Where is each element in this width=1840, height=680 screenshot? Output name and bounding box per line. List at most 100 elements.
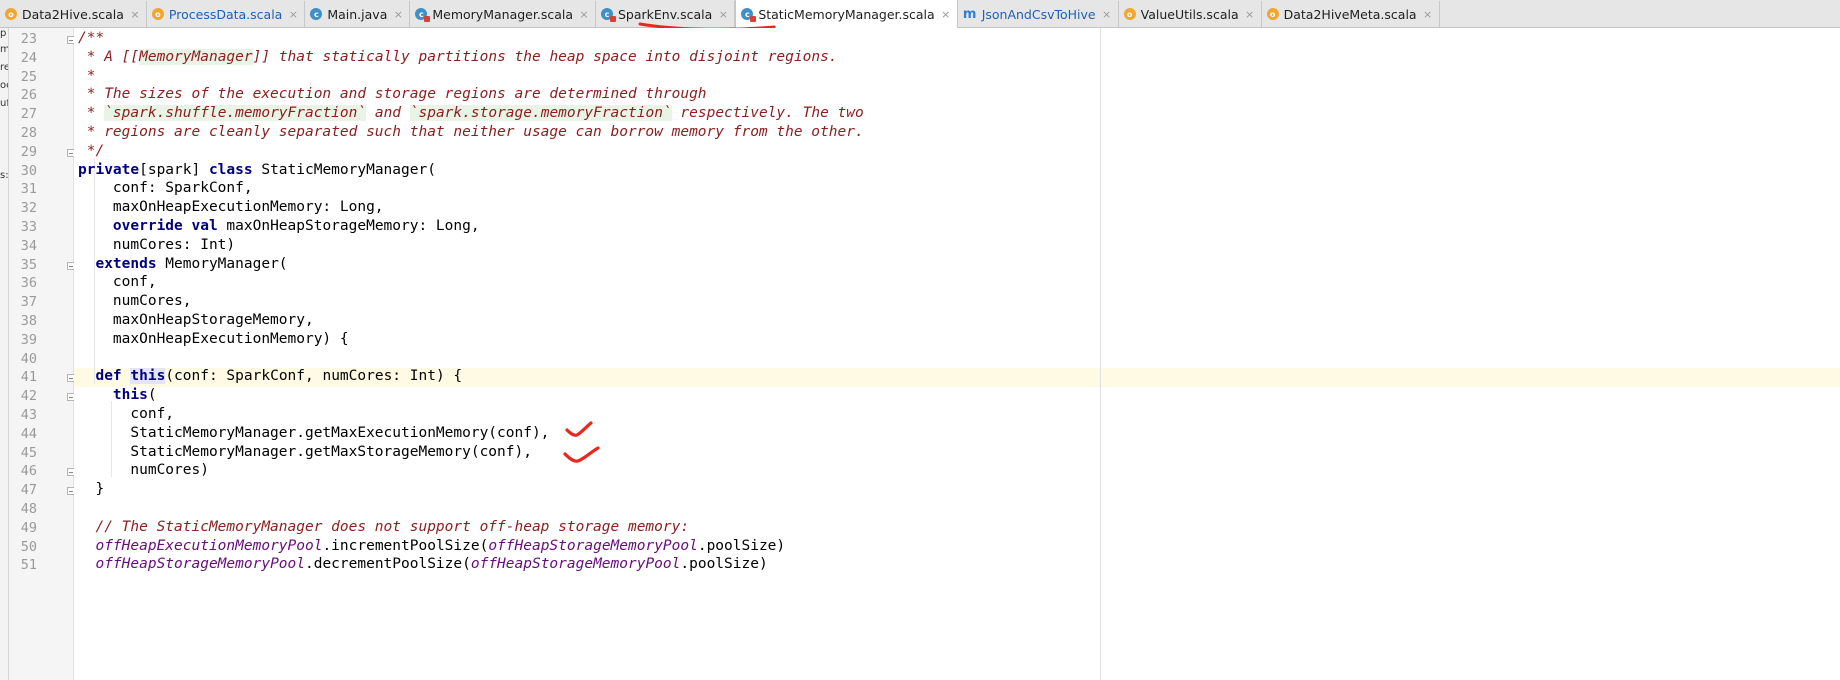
code-editor[interactable]: /** * A [[MemoryManager]] that staticall…	[74, 28, 1840, 680]
editor-tab-label: MemoryManager.scala	[432, 6, 573, 22]
line-number: 35	[20, 256, 37, 273]
code-token: `spark.shuffle.memoryFraction`	[104, 105, 367, 122]
scala-object-icon: o	[5, 8, 17, 20]
code-token: * regions are cleanly separated such tha…	[78, 124, 864, 140]
code-line[interactable]: * `spark.shuffle.memoryFraction` and `sp…	[78, 105, 864, 124]
editor-tab-label: SparkEnv.scala	[618, 6, 713, 22]
close-tab-icon[interactable]: ×	[579, 8, 589, 21]
code-line[interactable]: /**	[78, 30, 104, 49]
code-token: extends	[95, 255, 157, 272]
code-line[interactable]: conf,	[78, 406, 174, 425]
right-margin-guide	[1100, 28, 1101, 680]
code-line[interactable]: StaticMemoryManager.getMaxExecutionMemor…	[78, 425, 549, 444]
code-line[interactable]: StaticMemoryManager.getMaxStorageMemory(…	[78, 444, 532, 463]
code-line[interactable]: maxOnHeapExecutionMemory) {	[78, 331, 349, 350]
line-number: 50	[20, 538, 37, 555]
code-line[interactable]: private[spark] class StaticMemoryManager…	[78, 162, 436, 181]
code-line[interactable]: // The StaticMemoryManager does not supp…	[78, 519, 689, 538]
editor-tab-label: ValueUtils.scala	[1140, 6, 1239, 22]
code-line[interactable]: * A [[MemoryManager]] that statically pa…	[78, 48, 838, 68]
code-line[interactable]: *	[78, 67, 96, 87]
close-tab-icon[interactable]: ×	[288, 8, 298, 21]
editor-tab-label: StaticMemoryManager.scala	[758, 6, 935, 22]
code-token: .decrementPoolSize(	[304, 556, 471, 573]
code-line[interactable]: override val maxOnHeapStorageMemory: Lon…	[78, 218, 480, 237]
code-line[interactable]: def this(conf: SparkConf, numCores: Int)…	[78, 368, 462, 387]
editor-tab-label: Data2HiveMeta.scala	[1283, 6, 1417, 22]
close-tab-icon[interactable]: ×	[718, 8, 728, 21]
code-line[interactable]: conf,	[78, 274, 157, 293]
editor-tab[interactable]: o Data2Hive.scala ×	[0, 1, 147, 27]
code-line[interactable]: }	[78, 481, 104, 500]
code-token: MemoryManager(	[156, 255, 288, 272]
code-line[interactable]: numCores)	[78, 462, 209, 481]
editor-tab[interactable]: o ValueUtils.scala ×	[1118, 1, 1262, 27]
line-number: 51	[20, 557, 37, 574]
close-tab-icon[interactable]: ×	[393, 8, 403, 21]
code-line[interactable]: * regions are cleanly separated such tha…	[78, 124, 864, 143]
code-token: offHeapStorageMemoryPool	[470, 556, 681, 573]
line-number: 42	[20, 388, 37, 405]
code-token: StaticMemoryManager.getMaxStorageMemory(…	[78, 443, 532, 460]
close-tab-icon[interactable]: ×	[1423, 8, 1433, 21]
line-number: 34	[20, 237, 37, 254]
editor-tab[interactable]: c Main.java ×	[305, 1, 411, 27]
code-token: conf,	[78, 406, 175, 422]
code-token: private	[78, 161, 140, 178]
editor-tab[interactable]: o ProcessData.scala ×	[146, 1, 306, 27]
code-line[interactable]: * The sizes of the execution and storage…	[78, 86, 707, 105]
editor-tab[interactable]: c SparkEnv.scala ×	[596, 1, 736, 27]
scala-object-icon: o	[1123, 8, 1136, 20]
code-token: maxOnHeapExecutionMemory) {	[78, 330, 349, 347]
editor-tab[interactable]: o Data2HiveMeta.scala ×	[1261, 1, 1440, 27]
code-line[interactable]: maxOnHeapExecutionMemory: Long,	[78, 199, 384, 218]
code-token: StaticMemoryManager.getMaxExecutionMemor…	[78, 424, 550, 441]
code-token: offHeapStorageMemoryPool	[488, 537, 698, 554]
code-token: (conf: SparkConf, numCores: Int) {	[165, 368, 463, 385]
line-number: 23	[20, 31, 37, 47]
close-tab-icon[interactable]: ×	[130, 8, 140, 21]
line-number: 29	[20, 143, 37, 160]
red-check-annotation	[563, 446, 600, 463]
close-tab-icon[interactable]: ×	[1245, 8, 1255, 21]
code-line[interactable]: offHeapExecutionMemoryPool.incrementPool…	[78, 538, 785, 557]
code-token: maxOnHeapStorageMemory,	[78, 312, 314, 328]
line-number: 38	[20, 313, 37, 329]
line-number: 27	[20, 106, 37, 123]
code-token: // The StaticMemoryManager does not supp…	[78, 518, 690, 535]
code-line[interactable]: maxOnHeapStorageMemory,	[78, 312, 314, 331]
code-token: maxOnHeapExecutionMemory: Long,	[78, 199, 384, 216]
code-token: .poolSize)	[697, 537, 786, 554]
red-check-annotation	[565, 421, 593, 437]
code-line[interactable]: extends MemoryManager(	[78, 255, 288, 275]
line-number: 36	[20, 275, 37, 292]
close-tab-icon[interactable]: ×	[941, 8, 951, 21]
line-number: 24	[20, 49, 37, 66]
code-line[interactable]: numCores,	[78, 293, 192, 312]
code-token: /**	[78, 30, 105, 46]
editor-tab[interactable]: c MemoryManager.scala ×	[410, 1, 596, 27]
editor-tab[interactable]: c StaticMemoryManager.scala ×	[735, 0, 958, 28]
editor-tab[interactable]: m JsonAndCsvToHive ×	[957, 1, 1119, 27]
code-line[interactable]: */	[78, 143, 104, 162]
code-line[interactable]: conf: SparkConf,	[78, 180, 253, 199]
code-token: *	[78, 67, 96, 84]
line-number: 28	[20, 125, 37, 141]
line-number: 40	[20, 350, 37, 367]
close-tab-icon[interactable]: ×	[1102, 8, 1112, 21]
scala-class-icon: c	[741, 8, 757, 22]
code-line[interactable]: offHeapStorageMemoryPool.decrementPoolSi…	[78, 556, 767, 575]
java-class-icon: c	[310, 8, 323, 20]
code-line[interactable]: this(	[78, 387, 157, 406]
code-token: (	[147, 387, 157, 404]
code-token: * A	[78, 48, 122, 65]
editor-tab-label: ProcessData.scala	[168, 6, 283, 22]
scala-class-icon: c	[601, 8, 616, 22]
code-line[interactable]: numCores: Int)	[78, 237, 235, 256]
code-token: .incrementPoolSize(	[322, 537, 489, 554]
code-token: and	[366, 105, 410, 122]
line-number: 30	[20, 162, 37, 179]
